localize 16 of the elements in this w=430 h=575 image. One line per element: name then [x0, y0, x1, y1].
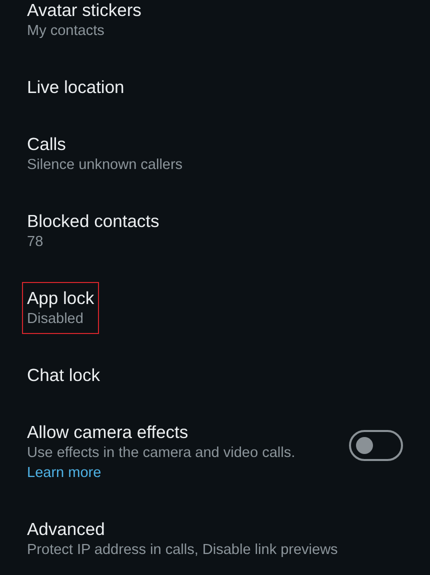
setting-title: Blocked contacts: [27, 210, 160, 232]
setting-subtitle: Silence unknown callers: [27, 156, 183, 175]
setting-title: Avatar stickers: [27, 0, 142, 21]
setting-title: Allow camera effects: [27, 421, 188, 443]
learn-more-link[interactable]: Learn more: [27, 463, 102, 483]
toggle-switch[interactable]: [349, 430, 403, 460]
setting-subtitle: Protect IP address in calls, Disable link previews: [27, 541, 338, 560]
setting-title: Chat lock: [27, 364, 100, 386]
setting-title: App lock: [27, 287, 94, 309]
setting-title: Advanced: [27, 518, 105, 540]
setting-subtitle: Use effects in the camera and video calls.: [27, 444, 296, 463]
setting-title: Live location: [27, 76, 124, 98]
setting-title: Calls: [27, 133, 66, 155]
setting-subtitle: Disabled: [27, 310, 84, 329]
setting-subtitle: 78: [27, 233, 44, 252]
setting-subtitle: My contacts: [27, 22, 104, 41]
